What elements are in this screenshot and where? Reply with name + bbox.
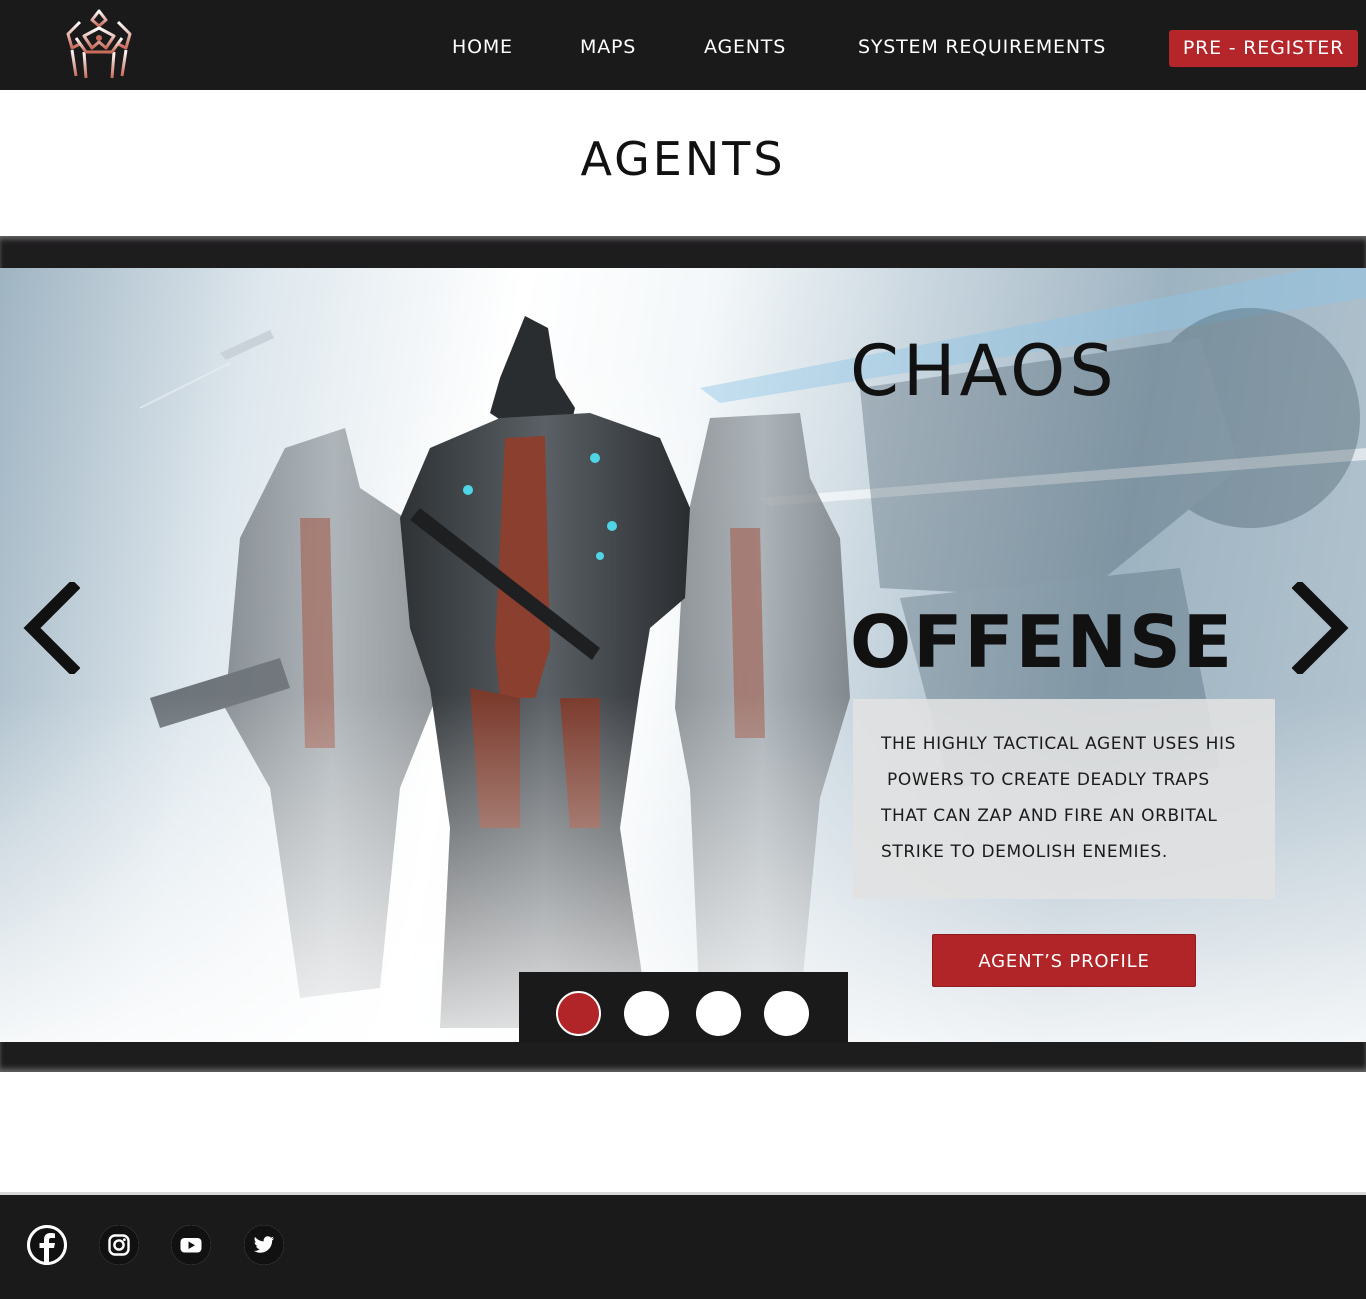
agent-description-line: POWERS TO CREATE DEADLY TRAPS	[881, 770, 1210, 790]
nav-maps[interactable]: MAPS	[580, 32, 636, 62]
slider-dot-active[interactable]	[556, 991, 601, 1036]
facebook-icon[interactable]	[27, 1225, 67, 1265]
agent-profile-button[interactable]: AGENT’S PROFILE	[932, 934, 1196, 987]
twitter-icon[interactable]	[244, 1225, 284, 1265]
pre-register-button[interactable]: PRE - REGISTER	[1169, 30, 1358, 67]
chevron-left-icon[interactable]	[18, 579, 81, 677]
slider-dot[interactable]	[696, 991, 741, 1036]
chevron-right-icon[interactable]	[1291, 579, 1354, 677]
youtube-icon[interactable]	[171, 1225, 211, 1265]
nav-system-requirements[interactable]: SYSTEM REQUIREMENTS	[858, 32, 1106, 62]
agent-description-line: THAT CAN ZAP AND FIRE AN ORBITAL	[881, 806, 1218, 826]
page-title: AGENTS	[580, 132, 786, 186]
nav-home[interactable]: HOME	[452, 32, 513, 62]
nav-agents[interactable]: AGENTS	[704, 32, 786, 62]
lotus-logo-icon[interactable]	[62, 8, 136, 80]
site-header: HOME MAPS AGENTS SYSTEM REQUIREMENTS PRE…	[0, 0, 1366, 90]
slider-dot[interactable]	[624, 991, 669, 1036]
instagram-icon[interactable]	[99, 1225, 139, 1265]
agent-description-line: THE HIGHLY TACTICAL AGENT USES HIS	[881, 734, 1237, 754]
agent-description-line: STRIKE TO DEMOLISH ENEMIES.	[881, 842, 1168, 862]
agent-role: OFFENSE	[850, 600, 1235, 684]
agent-description-box	[853, 699, 1275, 899]
slider-dot[interactable]	[764, 991, 809, 1036]
agent-name: CHAOS	[850, 330, 1118, 412]
